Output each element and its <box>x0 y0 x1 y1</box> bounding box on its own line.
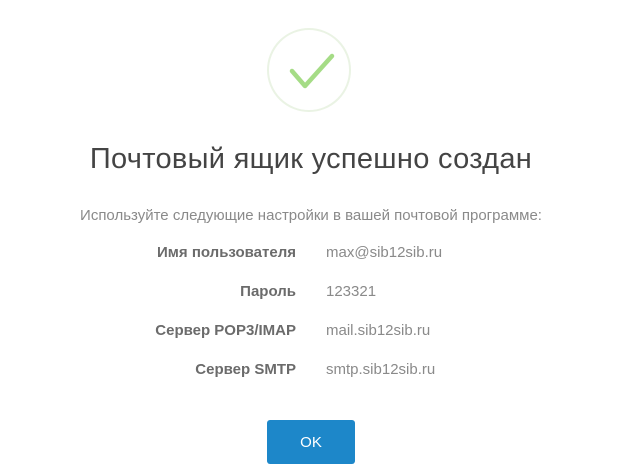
dialog-subtitle: Используйте следующие настройки в вашей … <box>80 207 542 224</box>
settings-row-password: Пароль 123321 <box>0 280 622 319</box>
ok-button[interactable]: OK <box>267 420 355 464</box>
pop3-imap-value: mail.sib12sib.ru <box>326 322 431 339</box>
smtp-label: Сервер SMTP <box>195 361 296 378</box>
password-label: Пароль <box>240 283 296 300</box>
settings-row-pop3-imap: Сервер POP3/IMAP mail.sib12sib.ru <box>0 319 622 358</box>
settings-row-smtp: Сервер SMTP smtp.sib12sib.ru <box>0 358 622 397</box>
dialog-title: Почтовый ящик успешно создан <box>89 143 533 175</box>
username-label: Имя пользователя <box>157 244 296 261</box>
success-circle <box>267 28 351 112</box>
settings-row-username: Имя пользователя max@sib12sib.ru <box>0 241 622 280</box>
settings-list: Имя пользователя max@sib12sib.ru Пароль … <box>0 241 622 397</box>
password-value: 123321 <box>326 283 377 300</box>
smtp-value: smtp.sib12sib.ru <box>326 361 436 378</box>
success-dialog: Почтовый ящик успешно создан Используйте… <box>0 0 622 469</box>
pop3-imap-label: Сервер POP3/IMAP <box>155 322 296 339</box>
username-value: max@sib12sib.ru <box>326 244 443 261</box>
checkmark-icon <box>289 53 335 89</box>
